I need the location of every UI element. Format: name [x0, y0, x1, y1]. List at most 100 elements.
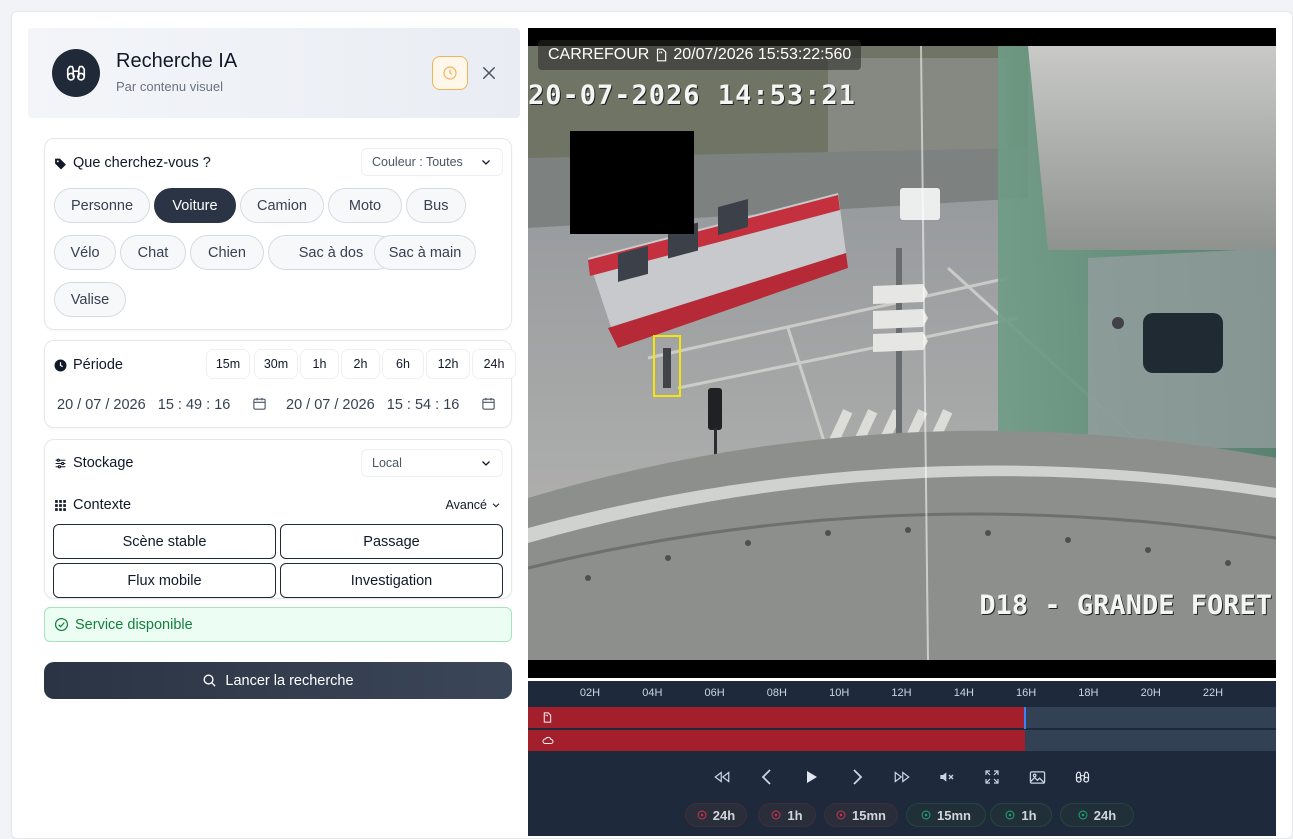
history-button[interactable]: [432, 56, 468, 90]
object-chip-v-lo[interactable]: Vélo: [54, 235, 116, 270]
color-filter-select[interactable]: Couleur : Toutes: [361, 148, 503, 176]
storage-title: Stockage: [73, 455, 134, 471]
timeline-track-cloud[interactable]: [528, 730, 1276, 751]
timeline-hour-label: 20H: [1140, 687, 1161, 699]
playback-controls: [528, 761, 1276, 793]
period-preset-30m[interactable]: 30m: [255, 350, 297, 378]
storage-select[interactable]: Local: [361, 449, 503, 477]
timeline-hour-label: 18H: [1078, 687, 1099, 699]
camera-timestamp: 20/07/2026 15:53:22:560: [673, 46, 852, 63]
end-date-input[interactable]: 20 / 07 / 2026 15 : 54 : 16: [286, 390, 508, 420]
start-date-value: 20 / 07 / 2026 15 : 49 : 16: [57, 397, 231, 413]
jump-label: 24h: [1093, 807, 1117, 823]
object-search-title: Que cherchez-vous ?: [73, 155, 211, 171]
clock-icon: [54, 359, 67, 371]
period-preset-12h[interactable]: 12h: [427, 350, 469, 378]
snapshot-button[interactable]: [1025, 765, 1049, 789]
search-icon: [203, 674, 217, 687]
binoculars-icon: [1075, 771, 1089, 783]
jump-back-15mn-button[interactable]: 15mn: [824, 803, 898, 827]
close-button[interactable]: [476, 58, 502, 88]
fast-forward-button[interactable]: [890, 765, 914, 789]
launch-search-label: Lancer la recherche: [225, 672, 354, 689]
camera-overlay: CARREFOUR 20/07/2026 15:53:22:560: [538, 40, 862, 70]
tag-icon: [55, 158, 66, 169]
osd-timestamp: 20-07-2026 14:53:21: [528, 80, 856, 111]
timeline-cursor[interactable]: [1023, 707, 1026, 729]
context-investigation-button[interactable]: Investigation: [280, 563, 503, 598]
binoculars-icon: [52, 49, 100, 97]
jump-label: 15mn: [852, 807, 886, 823]
forward-circle-icon: [1078, 810, 1088, 820]
launch-search-button[interactable]: Lancer la recherche: [44, 662, 512, 699]
context-passage-button[interactable]: Passage: [280, 524, 503, 559]
rewind-button[interactable]: [710, 765, 734, 789]
video-frame[interactable]: 20-07-2026 14:53:21 D18 - GRANDE FORET C…: [528, 28, 1276, 678]
storage-heading: Stockage: [54, 455, 133, 471]
cloud-icon: [542, 736, 554, 744]
object-chip-personne[interactable]: Personne: [54, 188, 150, 223]
period-preset-6h[interactable]: 6h: [383, 350, 423, 378]
object-search-heading: Que cherchez-vous ?: [54, 155, 211, 171]
video-player: 20-07-2026 14:53:21 D18 - GRANDE FORET C…: [528, 28, 1276, 836]
period-preset-24h[interactable]: 24h: [473, 350, 515, 378]
start-date-input[interactable]: 20 / 07 / 2026 15 : 49 : 16: [57, 390, 279, 420]
context-mobile-flow-button[interactable]: Flux mobile: [53, 563, 276, 598]
timeline-hour-label: 16H: [1016, 687, 1037, 699]
jump-back-24h-button[interactable]: 24h: [685, 803, 747, 827]
period-card: Période 15m 30m 1h 2h 6h 12h 24h 20 / 07 / 202…: [44, 340, 515, 428]
period-preset-2h[interactable]: 2h: [342, 350, 379, 378]
jump-back-1h-button[interactable]: 1h: [758, 803, 816, 827]
next-button[interactable]: [845, 765, 869, 789]
service-status: Service disponible: [44, 607, 512, 642]
previous-button[interactable]: [755, 765, 779, 789]
object-chip-moto[interactable]: Moto: [328, 188, 402, 223]
period-title: Période: [73, 357, 123, 373]
timeline-hour-label: 04H: [642, 687, 663, 699]
context-mode-toggle[interactable]: Avancé: [446, 498, 501, 512]
object-chip-bus[interactable]: Bus: [406, 188, 466, 223]
ai-search-button[interactable]: [1070, 765, 1094, 789]
play-button[interactable]: [800, 765, 824, 789]
prev-icon: [761, 769, 771, 785]
object-chip-voiture[interactable]: Voiture: [154, 188, 236, 223]
rewind-circle-icon: [836, 810, 846, 820]
calendar-icon[interactable]: [252, 396, 267, 411]
context-heading: Contexte: [54, 497, 131, 513]
storage-context-card: Stockage Local Contexte Avancé Scène sta…: [44, 439, 512, 599]
mute-button[interactable]: [935, 765, 959, 789]
forward-circle-icon: [921, 810, 931, 820]
period-preset-1h[interactable]: 1h: [301, 350, 338, 378]
calendar-icon[interactable]: [481, 396, 496, 411]
timeline-track-local[interactable]: [528, 707, 1276, 728]
sd-card-icon: [543, 712, 552, 723]
play-icon: [807, 771, 817, 783]
object-chip-valise[interactable]: Valise: [54, 282, 126, 317]
context-stable-scene-button[interactable]: Scène stable: [53, 524, 276, 559]
panel-header: Recherche IA Par contenu visuel: [28, 28, 520, 118]
service-status-text: Service disponible: [75, 616, 193, 633]
osd-location: D18 - GRANDE FORET: [979, 590, 1272, 621]
fast-forward-icon: [894, 771, 910, 783]
object-chip-camion[interactable]: Camion: [240, 188, 324, 223]
object-chip-sac-main[interactable]: Sac à main: [374, 235, 476, 270]
fullscreen-button[interactable]: [980, 765, 1004, 789]
playback-timeline: 02H 04H 06H 08H 10H 12H 14H 16H 18H 20H 22H: [528, 681, 1276, 836]
object-chip-chien[interactable]: Chien: [190, 235, 264, 270]
page-subtitle: Par contenu visuel: [116, 79, 223, 94]
forward-circle-icon: [1005, 810, 1015, 820]
jump-label: 1h: [1021, 807, 1037, 823]
jump-fwd-24h-button[interactable]: 24h: [1060, 803, 1134, 827]
period-preset-15m[interactable]: 15m: [207, 350, 249, 378]
detection-box[interactable]: [653, 335, 681, 397]
jump-fwd-1h-button[interactable]: 1h: [990, 803, 1052, 827]
context-mode-label: Avancé: [445, 498, 487, 512]
end-date-value: 20 / 07 / 2026 15 : 54 : 16: [286, 397, 460, 413]
close-icon: [483, 67, 495, 79]
timeline-hour-label: 22H: [1202, 687, 1224, 699]
object-chip-chat[interactable]: Chat: [120, 235, 186, 270]
jump-label: 15mn: [937, 807, 971, 823]
timeline-recorded-local: [528, 707, 1025, 728]
clock-icon: [443, 66, 457, 80]
jump-fwd-15mn-button[interactable]: 15mn: [906, 803, 986, 827]
